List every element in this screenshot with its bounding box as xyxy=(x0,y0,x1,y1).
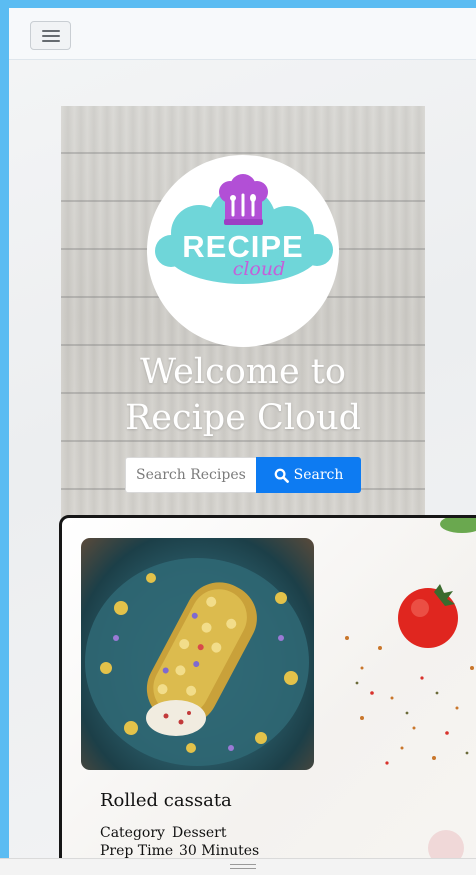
logo-script: cloud xyxy=(233,258,286,280)
hero-banner: RECIPE cloud Welcome to Recipe Cloud Sea… xyxy=(61,106,425,526)
welcome-heading: Welcome to Recipe Cloud xyxy=(61,349,425,441)
recipe-photo[interactable] xyxy=(81,538,314,770)
grip-icon xyxy=(230,864,256,865)
welcome-line-2: Recipe Cloud xyxy=(124,398,362,438)
prep-time-value: 30 Minutes xyxy=(179,843,260,859)
hamburger-menu-icon xyxy=(42,30,60,32)
logo-graphic: RECIPE cloud xyxy=(155,174,333,284)
hamburger-menu-icon xyxy=(42,35,60,37)
category-value: Dessert xyxy=(172,825,227,841)
bottom-drag-handle[interactable] xyxy=(0,858,476,875)
welcome-line-1: Welcome to xyxy=(140,352,346,392)
recipe-category-row: Category Dessert xyxy=(100,825,226,841)
grip-icon xyxy=(230,868,256,869)
page-frame: RECIPE cloud Welcome to Recipe Cloud Sea… xyxy=(0,0,476,874)
chef-hat-utensils-icon xyxy=(219,174,268,225)
hamburger-menu-icon xyxy=(42,40,60,42)
search-button[interactable]: Search xyxy=(256,457,361,493)
search-input[interactable]: Search Recipes xyxy=(125,457,256,493)
category-label: Category xyxy=(100,825,165,841)
menu-toggle-button[interactable] xyxy=(30,21,71,50)
recipe-prep-row: Prep Time 30 Minutes xyxy=(100,843,259,859)
recipe-title[interactable]: Rolled cassata xyxy=(100,790,232,811)
recipe-cloud-logo: RECIPE cloud xyxy=(147,155,339,347)
recipe-card[interactable]: Rolled cassata Category Dessert Prep Time… xyxy=(59,515,476,874)
rolled-cassata-photo xyxy=(85,558,309,766)
prep-time-label: Prep Time xyxy=(100,843,174,859)
search-icon xyxy=(274,468,289,483)
search-button-label: Search xyxy=(293,467,344,483)
navbar xyxy=(9,8,476,60)
